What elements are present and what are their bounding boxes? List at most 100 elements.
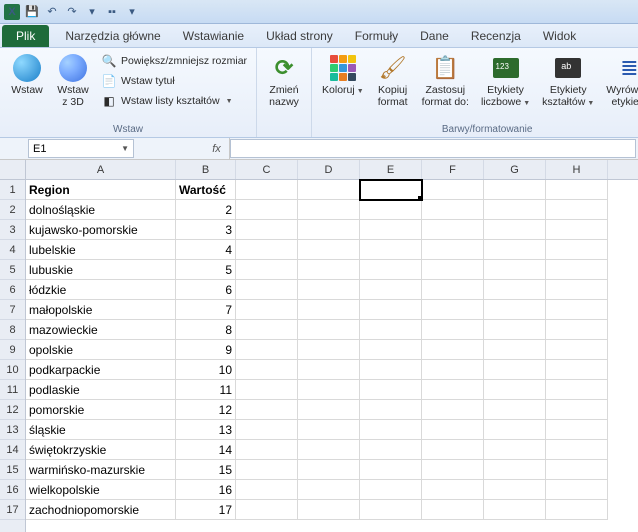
column-header-B[interactable]: B [176,160,236,179]
cell-H15[interactable] [546,460,608,480]
cell-D14[interactable] [298,440,360,460]
row-header-11[interactable]: 11 [0,380,25,400]
cell-D7[interactable] [298,300,360,320]
cell-D15[interactable] [298,460,360,480]
cell-A3[interactable]: kujawsko-pomorskie [26,220,176,240]
cell-F8[interactable] [422,320,484,340]
tab-review[interactable]: Recenzja [461,25,531,47]
cell-B2[interactable]: 2 [176,200,236,220]
tab-formulas[interactable]: Formuły [345,25,408,47]
column-header-E[interactable]: E [360,160,422,179]
cell-F3[interactable] [422,220,484,240]
cell-H16[interactable] [546,480,608,500]
save-icon[interactable]: 💾 [24,4,40,20]
apply-format-button[interactable]: 📋 Zastosuj format do: [418,50,473,110]
column-header-H[interactable]: H [546,160,608,179]
cell-F10[interactable] [422,360,484,380]
cell-H10[interactable] [546,360,608,380]
cell-H2[interactable] [546,200,608,220]
cell-C11[interactable] [236,380,298,400]
cell-B9[interactable]: 9 [176,340,236,360]
row-header-2[interactable]: 2 [0,200,25,220]
cell-H6[interactable] [546,280,608,300]
cell-E17[interactable] [360,500,422,520]
cell-A6[interactable]: łódzkie [26,280,176,300]
shape-list-button[interactable]: ◧Wstaw listy kształtów▼ [98,92,250,110]
formula-input[interactable] [230,139,636,158]
cell-C15[interactable] [236,460,298,480]
cell-C16[interactable] [236,480,298,500]
row-header-7[interactable]: 7 [0,300,25,320]
cell-G12[interactable] [484,400,546,420]
cell-D3[interactable] [298,220,360,240]
cell-D13[interactable] [298,420,360,440]
cell-A1[interactable]: Region [26,180,176,200]
color-button[interactable]: Koloruj▼ [318,50,368,99]
cell-H17[interactable] [546,500,608,520]
cell-E11[interactable] [360,380,422,400]
undo-icon[interactable]: ↶ [44,4,60,20]
cell-H12[interactable] [546,400,608,420]
cell-H13[interactable] [546,420,608,440]
cell-B8[interactable]: 8 [176,320,236,340]
cell-F16[interactable] [422,480,484,500]
cell-F5[interactable] [422,260,484,280]
cell-A5[interactable]: lubuskie [26,260,176,280]
cell-E13[interactable] [360,420,422,440]
copy-format-button[interactable]: 🖌 Kopiuj format [372,50,414,110]
cell-C2[interactable] [236,200,298,220]
cell-D4[interactable] [298,240,360,260]
cell-A17[interactable]: zachodniopomorskie [26,500,176,520]
cell-C13[interactable] [236,420,298,440]
cell-A2[interactable]: dolnośląskie [26,200,176,220]
row-header-17[interactable]: 17 [0,500,25,520]
column-header-C[interactable]: C [236,160,298,179]
cell-G2[interactable] [484,200,546,220]
row-header-4[interactable]: 4 [0,240,25,260]
cell-G6[interactable] [484,280,546,300]
cell-E7[interactable] [360,300,422,320]
column-header-A[interactable]: A [26,160,176,179]
cell-H3[interactable] [546,220,608,240]
cell-B13[interactable]: 13 [176,420,236,440]
cell-C8[interactable] [236,320,298,340]
cell-F11[interactable] [422,380,484,400]
cell-H14[interactable] [546,440,608,460]
cell-G4[interactable] [484,240,546,260]
row-header-3[interactable]: 3 [0,220,25,240]
cell-H9[interactable] [546,340,608,360]
cell-A14[interactable]: świętokrzyskie [26,440,176,460]
cell-D16[interactable] [298,480,360,500]
cell-B5[interactable]: 5 [176,260,236,280]
cell-D9[interactable] [298,340,360,360]
cell-B16[interactable]: 16 [176,480,236,500]
cell-E8[interactable] [360,320,422,340]
cell-C12[interactable] [236,400,298,420]
row-header-13[interactable]: 13 [0,420,25,440]
cell-A10[interactable]: podkarpackie [26,360,176,380]
cell-F1[interactable] [422,180,484,200]
row-header-16[interactable]: 16 [0,480,25,500]
cell-F2[interactable] [422,200,484,220]
cell-E6[interactable] [360,280,422,300]
cell-D8[interactable] [298,320,360,340]
insert-button[interactable]: Wstaw [6,50,48,99]
cell-B4[interactable]: 4 [176,240,236,260]
cell-F7[interactable] [422,300,484,320]
cell-F4[interactable] [422,240,484,260]
number-labels-button[interactable]: Etykiety liczbowe▼ [477,50,534,110]
cell-B6[interactable]: 6 [176,280,236,300]
cell-H8[interactable] [546,320,608,340]
cell-G10[interactable] [484,360,546,380]
tab-view[interactable]: Widok [533,25,586,47]
resize-button[interactable]: 🔍Powiększ/zmniejsz rozmiar [98,52,250,70]
cell-D11[interactable] [298,380,360,400]
cell-H11[interactable] [546,380,608,400]
cell-E9[interactable] [360,340,422,360]
tab-insert[interactable]: Wstawianie [173,25,254,47]
cell-C6[interactable] [236,280,298,300]
cell-D17[interactable] [298,500,360,520]
column-header-F[interactable]: F [422,160,484,179]
cell-B3[interactable]: 3 [176,220,236,240]
rename-button[interactable]: ⟳ Zmień nazwy [263,50,305,110]
